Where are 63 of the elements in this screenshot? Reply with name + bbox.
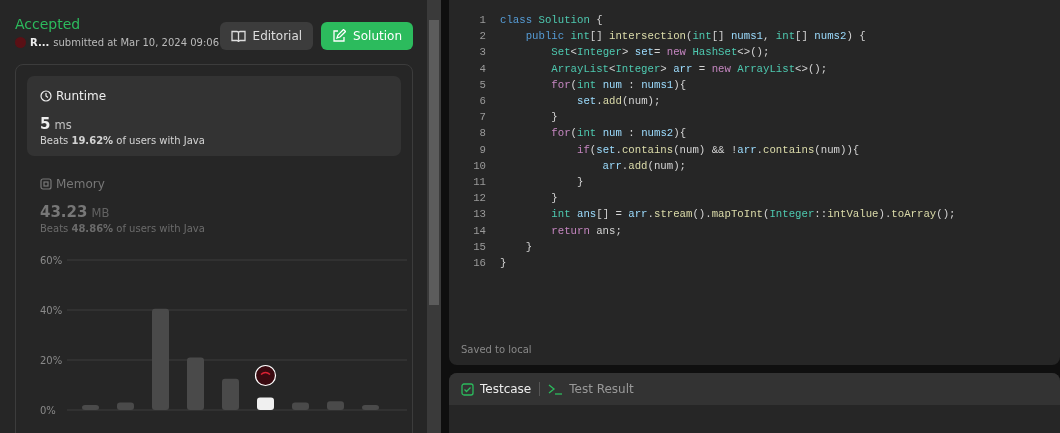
- metric-value: 43.23: [40, 203, 88, 221]
- metric-title: Runtime: [56, 89, 107, 103]
- code-line: }: [524, 240, 533, 253]
- y-axis-label: 20%: [40, 355, 63, 366]
- result-tab[interactable]: Test Result: [548, 382, 634, 396]
- code-line: for(int num : nums1){: [550, 78, 687, 91]
- line-number: 14: [472, 224, 487, 237]
- code-editor[interactable]: [449, 0, 1060, 365]
- clock-icon: [40, 90, 52, 102]
- runtime-tab[interactable]: Runtime 5 ms Beats 19.62% of users with Java: [27, 76, 401, 156]
- author-name[interactable]: R...: [30, 37, 50, 48]
- code-line: }: [550, 111, 558, 124]
- distribution-bar[interactable]: [257, 397, 274, 410]
- line-number: 8: [478, 127, 487, 140]
- avatar-marker-icon: [254, 364, 277, 387]
- avatar-icon: [15, 37, 26, 48]
- line-number: 10: [472, 159, 487, 172]
- metric-title: Memory: [56, 177, 105, 191]
- code-line: for(int num : nums2){: [550, 127, 687, 140]
- metric-unit: MB: [91, 206, 110, 220]
- book-icon: [230, 29, 246, 43]
- line-number: 5: [478, 78, 487, 91]
- line-number: 12: [472, 192, 487, 205]
- line-number: 7: [478, 111, 487, 124]
- terminal-icon: [548, 382, 564, 396]
- testcase-tab[interactable]: Testcase: [461, 382, 532, 396]
- edit-icon: [332, 29, 347, 43]
- save-status: Saved to local: [460, 344, 533, 357]
- code-line: Set<Integer> set= new HashSet<>();: [550, 46, 770, 59]
- status-text: Accepted: [15, 16, 82, 32]
- metric-unit: ms: [54, 118, 72, 132]
- checkbox-icon: [461, 382, 474, 396]
- editorial-button[interactable]: Editorial: [219, 22, 314, 50]
- line-number: 6: [478, 95, 487, 108]
- code-line: arr.add(num);: [601, 159, 686, 172]
- code-line: set.add(num);: [575, 95, 661, 108]
- code-line: return ans;: [550, 224, 622, 237]
- chip-icon: [40, 178, 52, 190]
- code-line: if(set.contains(num) && !arr.contains(num)){: [575, 143, 860, 156]
- code-line: ArrayList<Integer> arr = new ArrayList<>();: [550, 62, 828, 75]
- line-number: 15: [472, 240, 487, 253]
- code-line: public int[] intersection(int[] nums1, int[] nums2) {: [524, 30, 866, 43]
- submitted-text: submitted at Mar 10, 2024 09:06: [53, 37, 220, 48]
- y-axis-label: 0%: [40, 405, 56, 416]
- y-axis-label: 40%: [40, 305, 63, 316]
- beats-text: Beats 19.62% of users with Java: [40, 135, 206, 146]
- line-number: 2: [478, 30, 487, 43]
- line-number: 9: [478, 143, 487, 156]
- metric-value: 5: [40, 115, 51, 133]
- line-number: 16: [472, 256, 487, 269]
- line-number: 3: [478, 46, 487, 59]
- code-line: class Solution {: [500, 14, 603, 27]
- y-axis-label: 60%: [40, 255, 63, 266]
- line-number: 13: [472, 208, 487, 221]
- scrollbar[interactable]: [427, 0, 441, 433]
- beats-text: Beats 48.86% of users with Java: [40, 223, 206, 234]
- code-line: }: [575, 175, 584, 188]
- line-number: 11: [472, 175, 487, 188]
- line-number: 1: [478, 14, 487, 27]
- code-line: }: [500, 256, 507, 269]
- code-line: int ans[] = arr.stream().mapToInt(Integer::intValue).toArray();: [550, 208, 956, 221]
- code-line: }: [550, 192, 558, 205]
- line-number: 4: [478, 62, 487, 75]
